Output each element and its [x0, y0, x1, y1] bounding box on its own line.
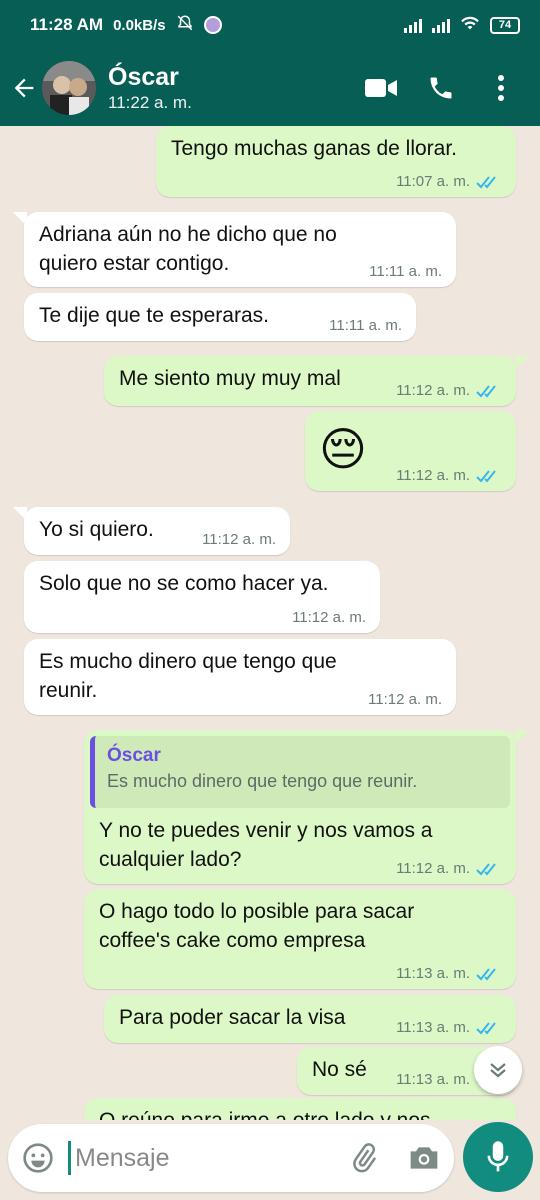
message-text: O reúno para irme a otro lado y nos — [99, 1106, 431, 1120]
emoji-button[interactable] — [8, 1128, 68, 1188]
message-time: 11:12 a. m. — [202, 531, 276, 548]
message-time: 11:13 a. m. — [396, 1019, 470, 1036]
message-text: Me siento muy muy mal — [119, 367, 341, 390]
message-text: Tengo muchas ganas de llorar. — [171, 137, 458, 160]
status-bar: 11:28 AM 0.0kB/s 74 — [0, 0, 540, 50]
back-button[interactable] — [2, 58, 46, 118]
signal-icon — [404, 17, 422, 33]
voice-call-button[interactable] — [416, 63, 466, 113]
message-text: Es mucho dinero que tengo que reunir. — [39, 650, 337, 702]
message-time: 11:12 a. m. — [396, 382, 470, 399]
quoted-author: Óscar — [107, 745, 161, 766]
message-text: Para poder sacar la visa — [119, 1006, 346, 1029]
message-outgoing-reply[interactable]: Óscar Es mucho dinero que tengo que reun… — [84, 730, 516, 884]
video-call-button[interactable] — [356, 63, 406, 113]
message-text: No sé — [312, 1058, 367, 1081]
camera-icon — [410, 1147, 438, 1169]
paperclip-icon — [353, 1143, 377, 1173]
attach-button[interactable] — [334, 1128, 394, 1188]
message-text: Adriana aún no he dicho que no quiero es… — [39, 223, 337, 275]
message-outgoing[interactable]: Para poder sacar la visa 11:13 a. m. — [104, 995, 516, 1043]
message-time: 11:12 a. m. — [292, 609, 366, 626]
message-outgoing[interactable]: Tengo muchas ganas de llorar. 11:07 a. m… — [156, 126, 516, 197]
message-time: 11:11 a. m. — [369, 263, 442, 280]
double-check-icon — [476, 470, 496, 483]
message-time: 11:13 a. m. — [396, 1071, 470, 1088]
camera-button[interactable] — [394, 1128, 454, 1188]
emoji-icon — [23, 1143, 53, 1173]
avatar[interactable] — [42, 61, 96, 115]
signal-icon-2 — [432, 17, 450, 33]
arrow-left-icon — [14, 78, 34, 98]
double-check-icon — [476, 1022, 496, 1035]
message-outgoing[interactable]: O hago todo lo posible para sacar coffee… — [84, 889, 516, 989]
voice-message-button[interactable] — [463, 1122, 533, 1192]
message-input[interactable]: Mensaje — [68, 1128, 334, 1188]
double-check-icon — [476, 385, 496, 398]
bubble-tail — [515, 356, 529, 370]
message-text: Solo que no se como hacer ya. — [39, 572, 329, 595]
message-incoming[interactable]: Es mucho dinero que tengo que reunir. 11… — [24, 639, 456, 715]
message-incoming[interactable]: Te dije que te esperaras. 11:11 a. m. — [24, 293, 416, 341]
microphone-icon — [487, 1141, 509, 1172]
message-time: 11:12 a. m. — [396, 467, 470, 484]
hotspot-icon — [203, 16, 222, 34]
contact-last-seen: 11:22 a. m. — [108, 93, 192, 112]
double-check-icon — [476, 176, 496, 189]
message-text: Te dije que te esperaras. — [39, 304, 269, 327]
more-options-button[interactable] — [476, 63, 526, 113]
message-input-placeholder: Mensaje — [75, 1143, 170, 1172]
quoted-text: Es mucho dinero que tengo que reunir. — [107, 771, 418, 791]
wifi-icon — [460, 15, 480, 36]
battery-icon: 74 — [490, 16, 520, 34]
message-time: 11:12 a. m. — [396, 860, 470, 877]
message-incoming[interactable]: Yo si quiero. 11:12 a. m. — [24, 507, 290, 555]
chat-header: Óscar 11:22 a. m. — [0, 50, 540, 126]
double-check-icon — [476, 863, 496, 876]
message-time: 11:12 a. m. — [368, 691, 442, 708]
double-check-icon — [476, 968, 496, 981]
muted-bell-icon — [176, 14, 194, 37]
phone-icon — [430, 77, 452, 99]
message-text: O hago todo lo posible para sacar coffee… — [99, 900, 415, 952]
message-outgoing[interactable]: 😔 11:12 a. m. — [305, 411, 516, 491]
pensive-face-emoji: 😔 — [319, 423, 367, 475]
chat-messages[interactable]: Tengo muchas ganas de llorar. 11:07 a. m… — [0, 126, 540, 1120]
contact-name: Óscar — [108, 63, 179, 91]
message-incoming[interactable]: Solo que no se como hacer ya. 11:12 a. m… — [24, 561, 380, 633]
chevrons-down-icon — [490, 1063, 506, 1078]
message-text: Y no te puedes venir y nos vamos a cualq… — [99, 819, 433, 871]
more-vert-icon — [498, 75, 504, 101]
network-speed: 0.0kB/s — [113, 16, 166, 34]
message-text: Yo si quiero. — [39, 518, 154, 541]
quoted-message[interactable]: Óscar Es mucho dinero que tengo que reun… — [90, 736, 510, 808]
status-time: 11:28 AM — [30, 15, 104, 34]
message-time: 11:07 a. m. — [396, 173, 470, 190]
video-camera-icon — [365, 79, 397, 97]
message-composer: Mensaje — [8, 1124, 454, 1192]
message-time: 11:13 a. m. — [396, 965, 470, 982]
message-time: 11:11 a. m. — [329, 317, 402, 334]
message-outgoing[interactable]: O reúno para irme a otro lado y nos — [84, 1098, 516, 1120]
text-caret — [68, 1141, 71, 1175]
bubble-tail — [515, 730, 529, 744]
contact-info[interactable]: Óscar 11:22 a. m. — [108, 62, 192, 114]
scroll-to-bottom-button[interactable] — [474, 1046, 522, 1094]
message-outgoing[interactable]: Me siento muy muy mal 11:12 a. m. — [104, 356, 516, 406]
message-incoming[interactable]: Adriana aún no he dicho que no quiero es… — [24, 212, 456, 287]
